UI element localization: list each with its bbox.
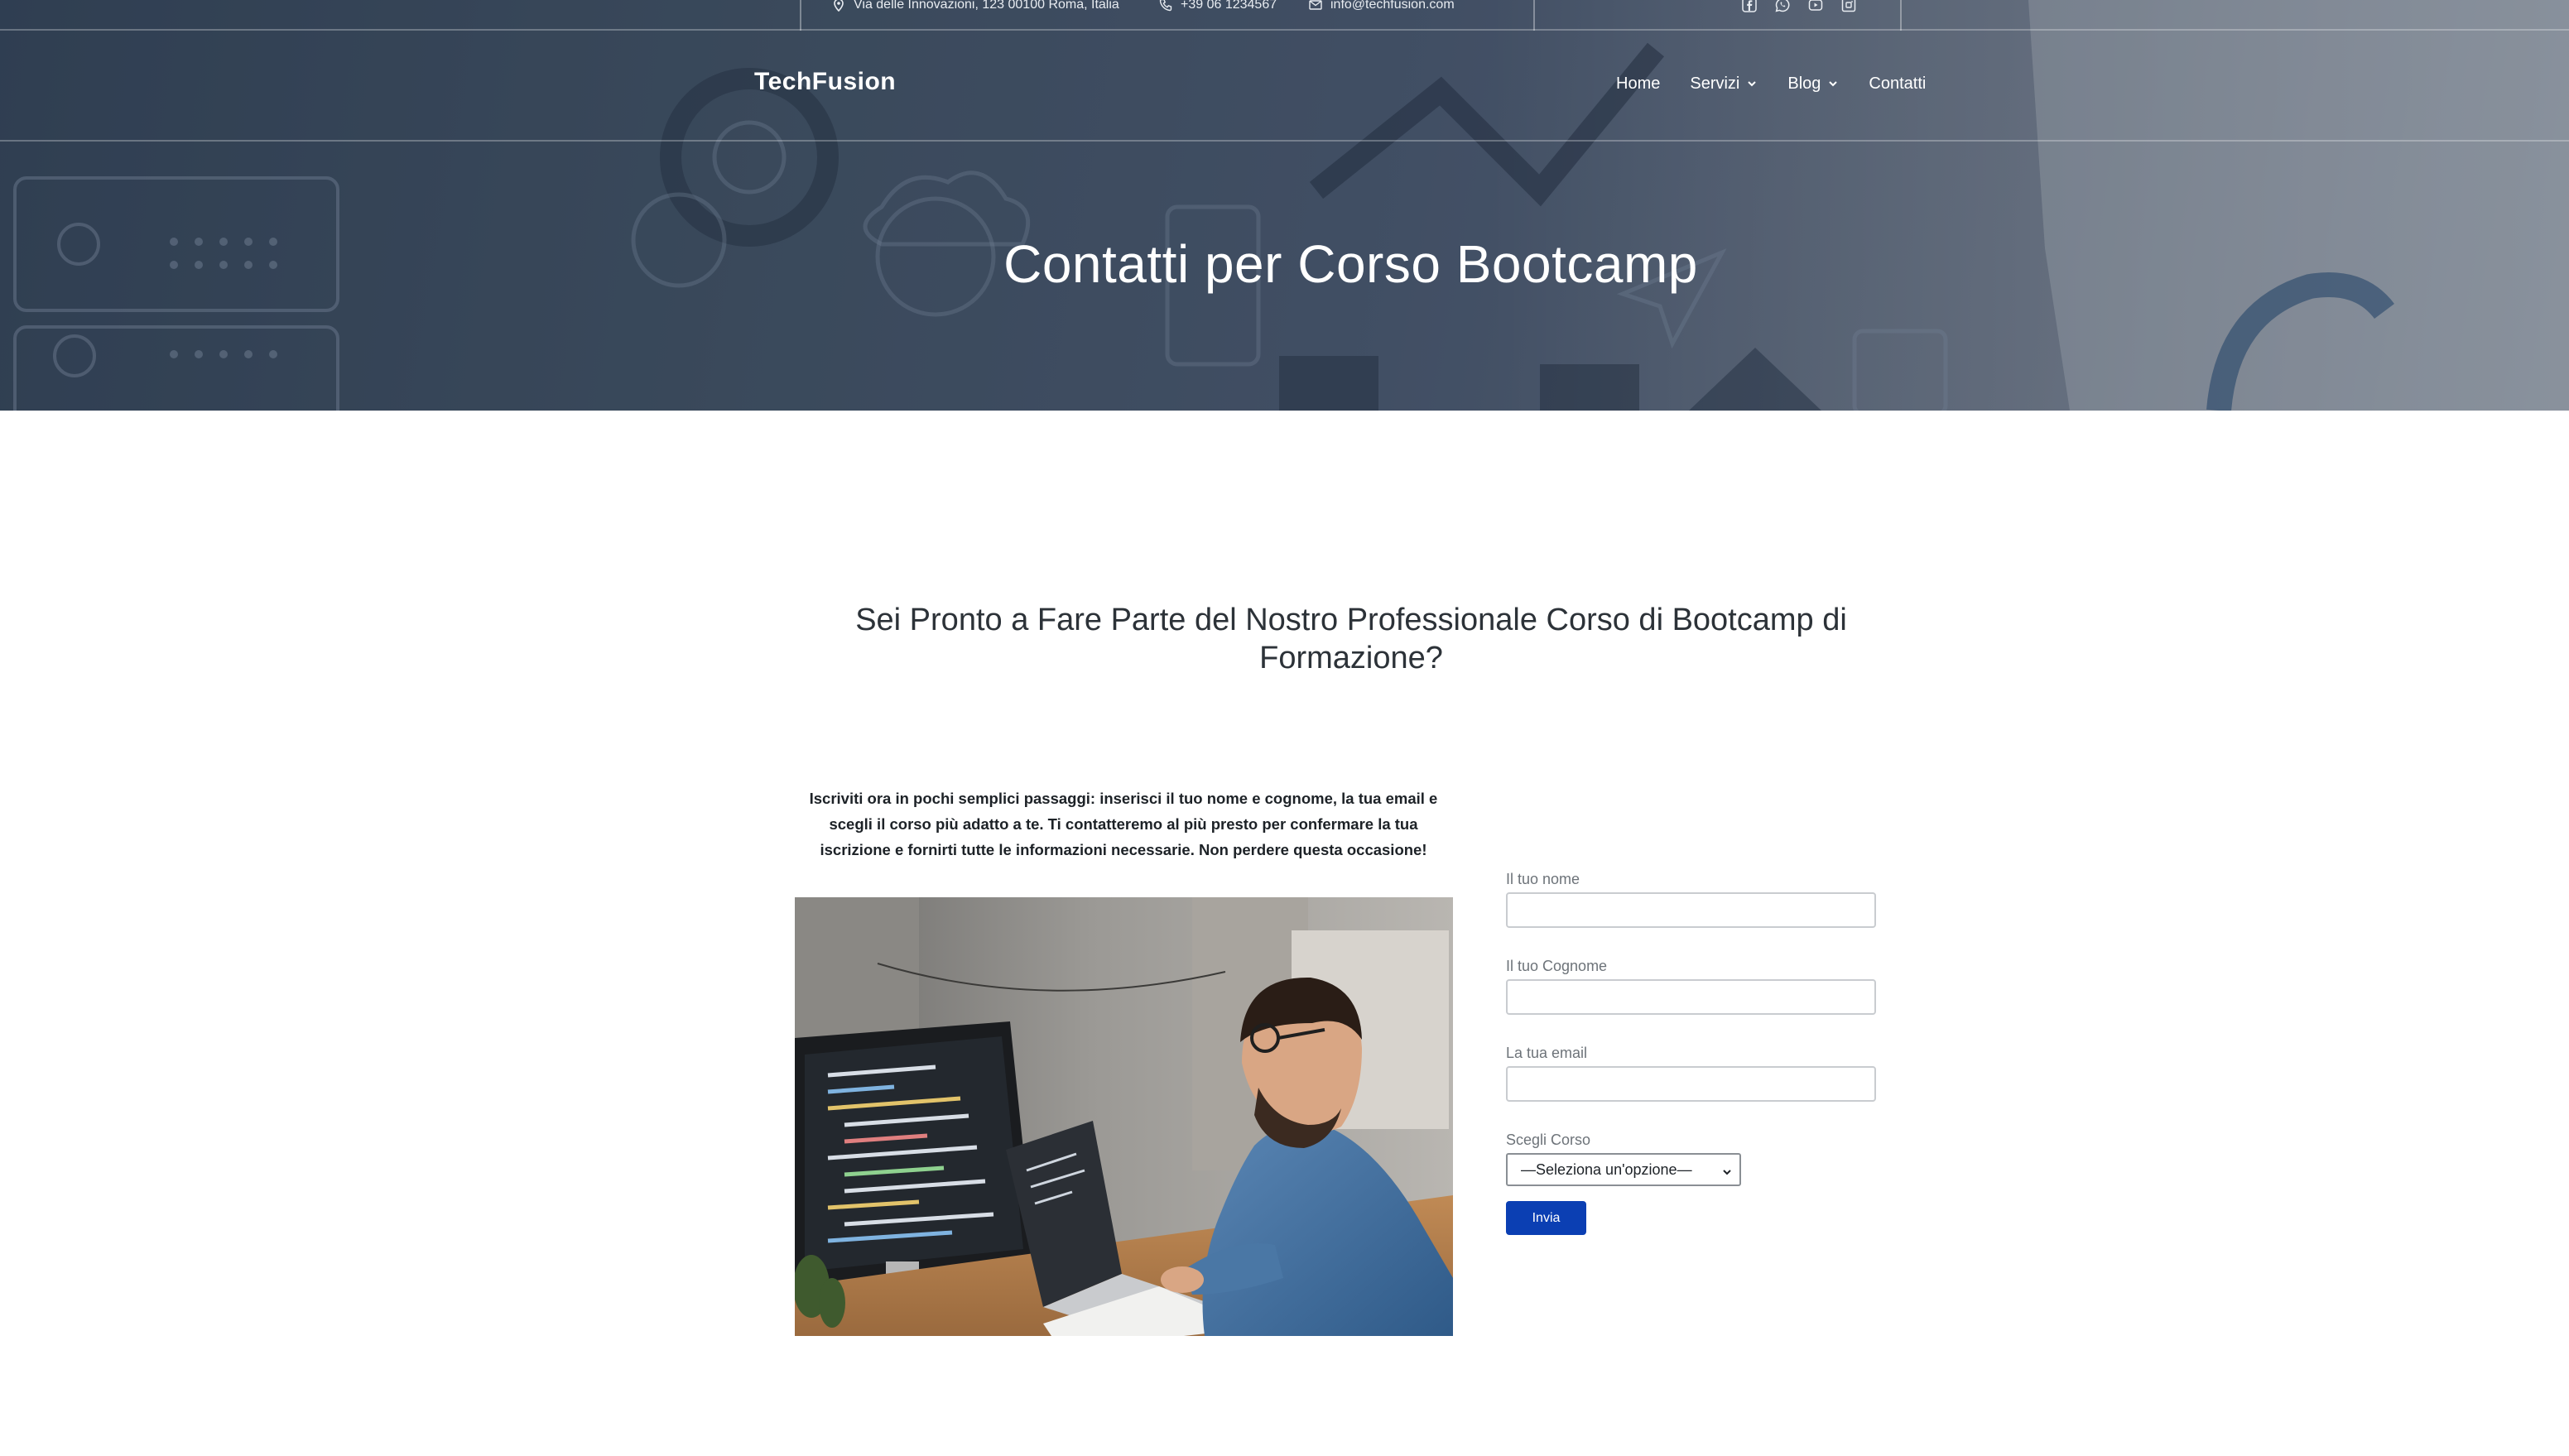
nav-item-label: Servizi (1690, 74, 1740, 93)
email-text: info@techfusion.com (1330, 0, 1455, 12)
surname-group: Il tuo Cognome (1506, 956, 1877, 1015)
chevron-down-icon (1721, 1165, 1733, 1176)
email-group: La tua email (1506, 1043, 1877, 1102)
nav-item-blog[interactable]: Blog (1787, 74, 1839, 94)
nav-item-label: Contatti (1869, 74, 1927, 93)
course-select-value: —Seleziona un'opzione— (1521, 1160, 1692, 1178)
primary-nav: Home Servizi Blog Contatti (1616, 72, 1926, 95)
topbar-divider (1533, 0, 1535, 31)
name-group: Il tuo nome (1506, 869, 1877, 928)
youtube-icon[interactable] (1808, 0, 1823, 12)
top-info-bar: Via delle Innovazioni, 123 00100 Roma, I… (0, 0, 2569, 31)
email-label: La tua email (1506, 1045, 1588, 1061)
nav-item-servizi[interactable]: Servizi (1690, 74, 1758, 94)
name-field[interactable] (1506, 892, 1876, 928)
chevron-down-icon (1746, 78, 1758, 89)
nav-item-contatti[interactable]: Contatti (1869, 74, 1926, 94)
brand-logo[interactable]: TechFusion (754, 68, 896, 96)
topbar-email[interactable]: info@techfusion.com (1309, 0, 1455, 15)
submit-button[interactable]: Invia (1506, 1201, 1586, 1235)
course-group: Scegli Corso —Seleziona un'opzione— (1506, 1130, 1877, 1186)
facebook-icon[interactable] (1742, 0, 1757, 12)
social-links (1742, 0, 1856, 17)
topbar-divider (1900, 0, 1902, 31)
name-label: Il tuo nome (1506, 871, 1580, 887)
hero-banner: Via delle Innovazioni, 123 00100 Roma, I… (0, 0, 2569, 411)
topbar-address: Via delle Innovazioni, 123 00100 Roma, I… (832, 0, 1119, 15)
nav-item-label: Home (1616, 74, 1661, 93)
page-title: Contatti per Corso Bootcamp (1003, 234, 1698, 294)
course-label: Scegli Corso (1506, 1132, 1591, 1148)
phone-icon (1159, 0, 1172, 12)
enrollment-form: Il tuo nome Il tuo Cognome La tua email … (1506, 869, 1877, 1235)
mail-icon (1309, 0, 1322, 12)
topbar-divider (800, 0, 801, 31)
map-pin-icon (832, 0, 845, 12)
address-text: Via delle Innovazioni, 123 00100 Roma, I… (854, 0, 1119, 12)
instagram-icon[interactable] (1841, 0, 1856, 12)
surname-label: Il tuo Cognome (1506, 958, 1608, 974)
course-select[interactable]: —Seleziona un'opzione— (1506, 1153, 1741, 1186)
email-field[interactable] (1506, 1066, 1876, 1102)
phone-text: +39 06 1234567 (1181, 0, 1277, 12)
section-heading: Sei Pronto a Fare Parte del Nostro Profe… (855, 603, 1847, 675)
topbar-phone[interactable]: +39 06 1234567 (1159, 0, 1277, 15)
surname-field[interactable] (1506, 979, 1876, 1015)
nav-item-label: Blog (1787, 74, 1821, 93)
chevron-down-icon (1827, 78, 1839, 89)
whatsapp-icon[interactable] (1775, 0, 1790, 12)
main-navbar: TechFusion Home Servizi Blog Contatti (0, 31, 2569, 142)
developer-photo-illustration (795, 897, 1453, 1336)
nav-item-home[interactable]: Home (1616, 74, 1660, 94)
developer-photo (795, 897, 1453, 1336)
intro-text: Iscriviti ora in pochi semplici passaggi… (809, 790, 1438, 858)
